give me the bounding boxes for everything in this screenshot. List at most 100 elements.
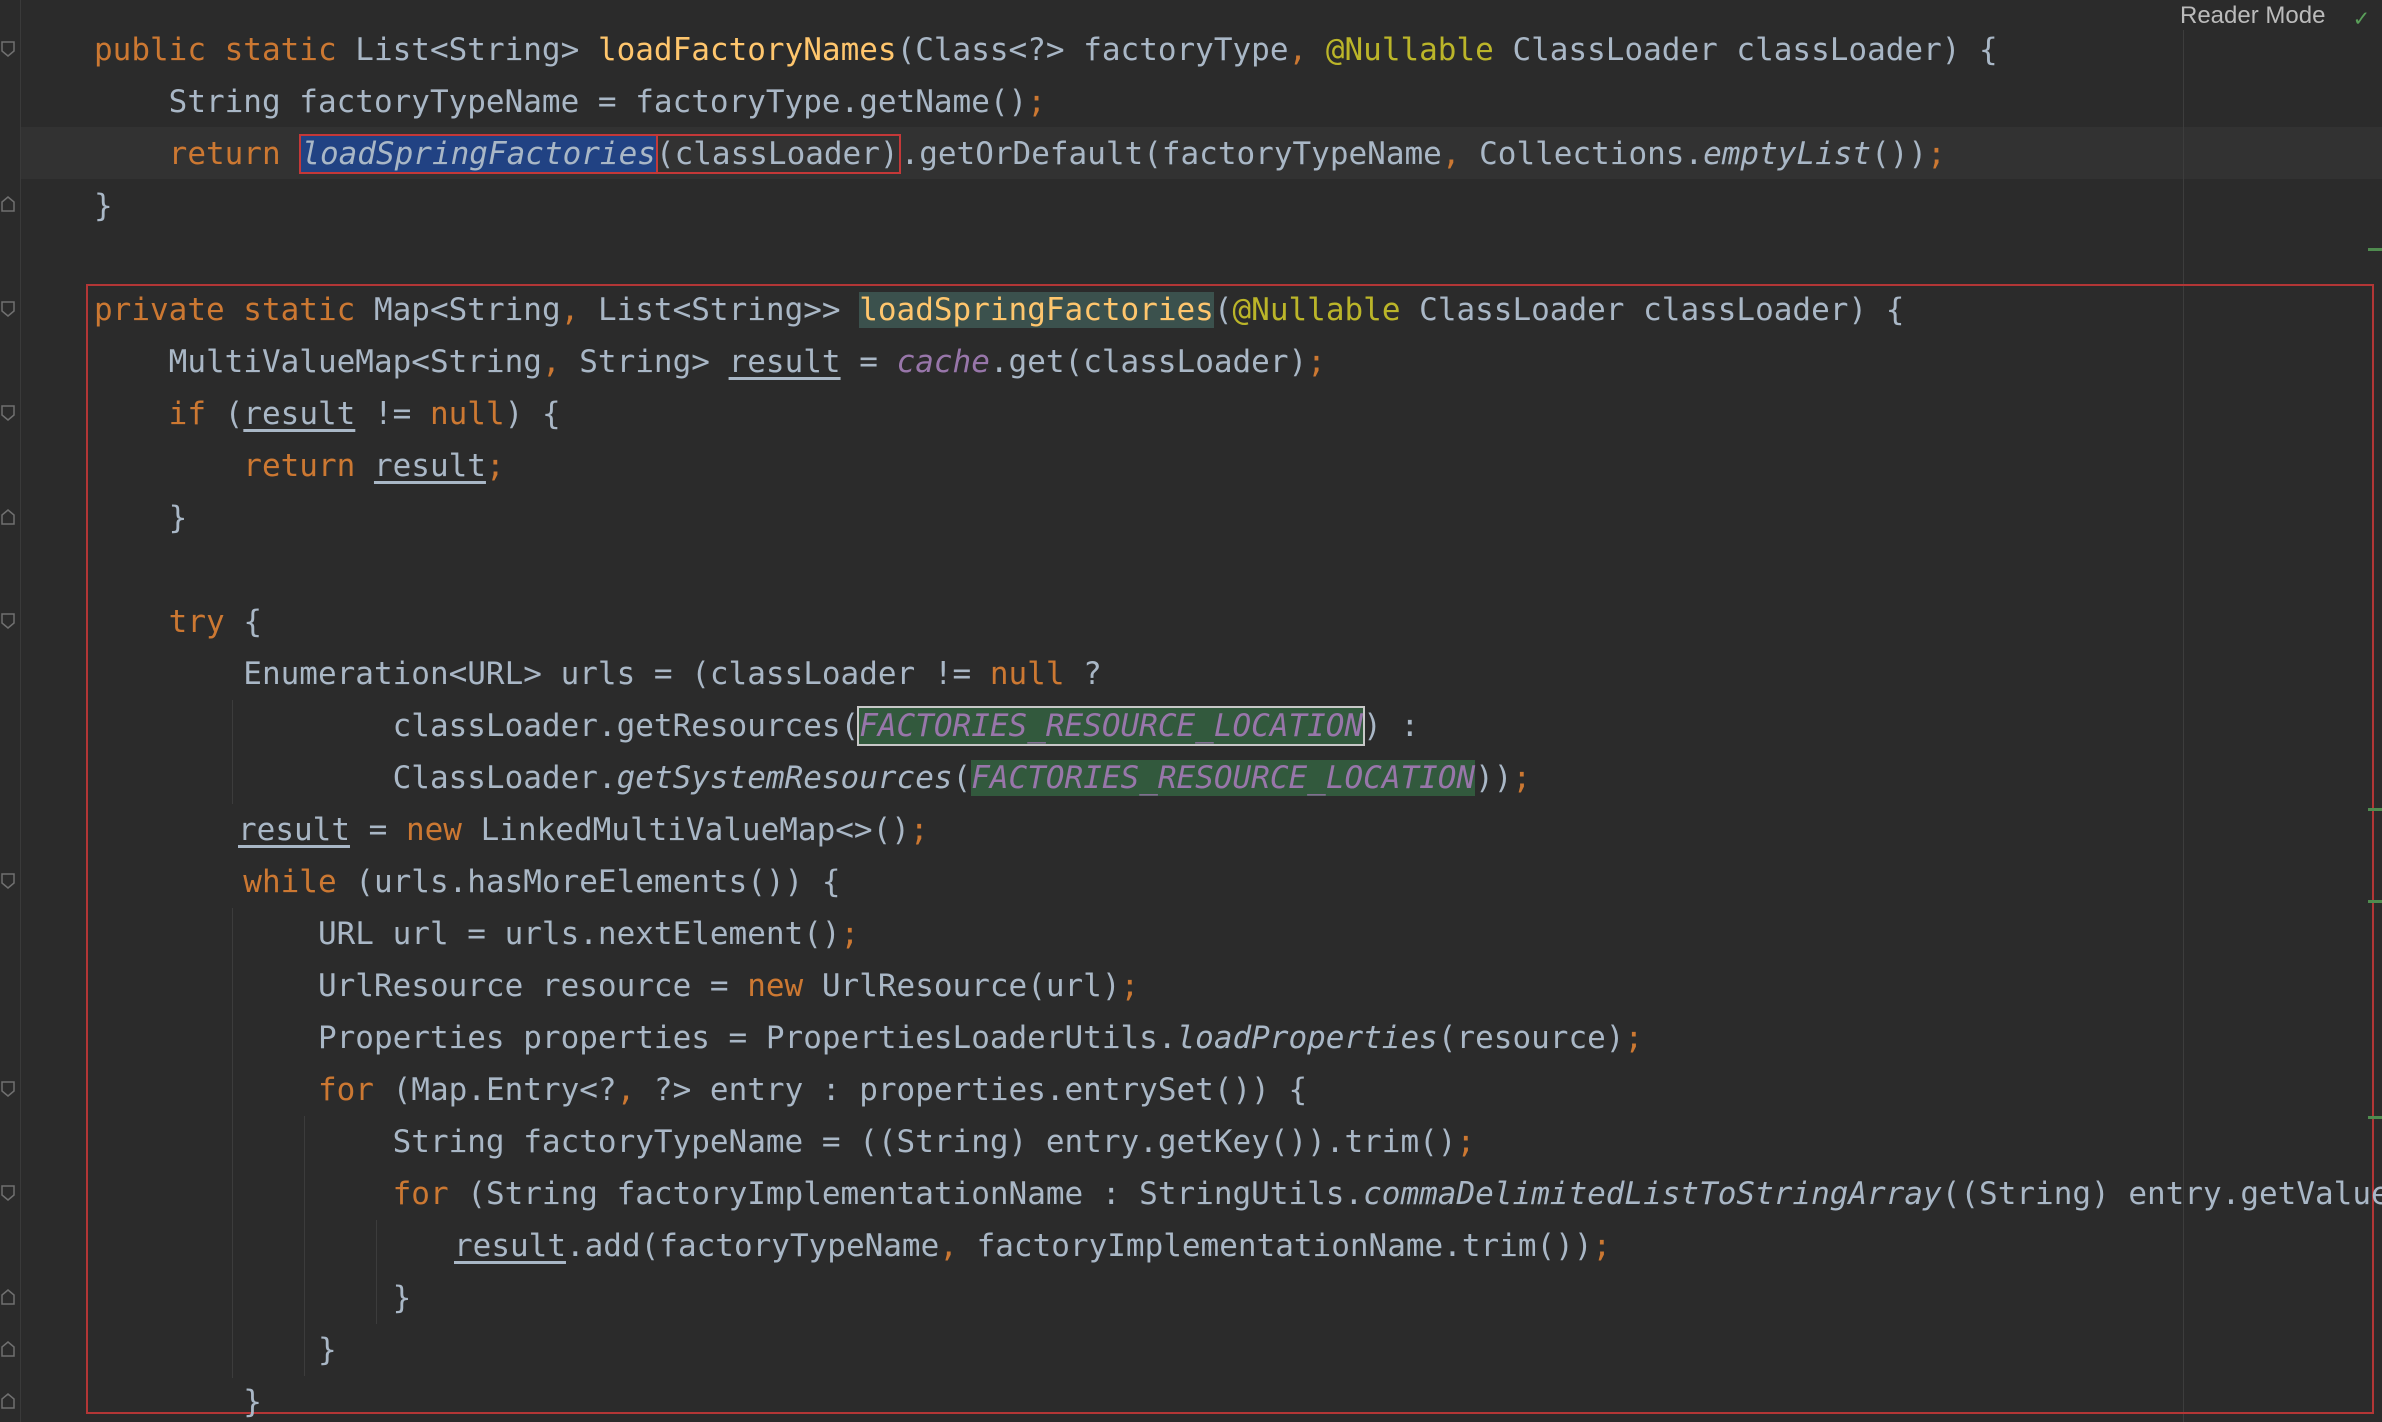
code-line[interactable]: }: [94, 1376, 262, 1422]
code-token: result: [373, 448, 486, 484]
fold-marker-icon[interactable]: [0, 195, 16, 213]
code-token: ClassLoader classLoader) {: [1419, 292, 1905, 328]
code-token: return: [94, 448, 374, 484]
code-token: ;: [1592, 1228, 1612, 1264]
usage-highlight[interactable]: FACTORIES_RESOURCE_LOCATION: [971, 760, 1476, 796]
code-token: ;: [1027, 84, 1046, 120]
code-line[interactable]: Enumeration<URL> urls = (classLoader != …: [94, 648, 1102, 700]
code-token: Properties properties = PropertiesLoader…: [94, 1020, 1177, 1056]
code-token: ;: [1120, 968, 1140, 1004]
code-token: result: [243, 396, 356, 432]
code-token: result: [728, 344, 841, 380]
code-line[interactable]: public static List<String> loadFactoryNa…: [94, 24, 1998, 76]
selected-method-call[interactable]: loadSpringFactories: [299, 134, 658, 174]
code-line[interactable]: String factoryTypeName = ((String) entry…: [94, 1116, 1476, 1168]
code-token: List<String>: [355, 32, 598, 68]
code-token: ,: [1288, 32, 1326, 68]
code-token: (urls.hasMoreElements()) {: [355, 864, 841, 900]
code-line[interactable]: }: [94, 180, 113, 232]
code-token: }: [94, 1332, 337, 1368]
scrollbar-marker[interactable]: [2368, 900, 2382, 903]
code-line[interactable]: URL url = urls.nextElement();: [94, 908, 859, 960]
code-token: !=: [355, 396, 430, 432]
usage-highlight[interactable]: FACTORIES_RESOURCE_LOCATION: [857, 706, 1366, 746]
code-token: =: [840, 344, 897, 380]
code-line[interactable]: private static Map<String, List<String>>…: [94, 284, 1904, 336]
inspection-ok-icon[interactable]: ✓: [2354, 4, 2368, 32]
code-token: (classLoader): [655, 136, 899, 172]
code-token: null: [989, 656, 1065, 692]
code-token: (String factoryImplementationName : Stri…: [467, 1176, 1364, 1212]
code-token: @Nullable: [1232, 292, 1420, 328]
scrollbar-marker[interactable]: [2368, 1116, 2382, 1119]
code-token: ,: [560, 292, 598, 328]
method-name-declaration[interactable]: loadSpringFactories: [859, 292, 1214, 328]
code-token: List<String>>: [597, 292, 860, 328]
code-line[interactable]: result = new LinkedMultiValueMap<>();: [238, 804, 929, 856]
code-token: (: [1213, 292, 1233, 328]
code-token: }: [94, 1280, 412, 1316]
code-line[interactable]: String factoryTypeName = factoryType.get…: [94, 76, 1046, 128]
code-token: UrlResource(url): [821, 968, 1121, 1004]
code-line[interactable]: result.add(factoryTypeName, factoryImple…: [454, 1220, 1611, 1272]
code-token: ) {: [504, 396, 561, 432]
fold-marker-icon[interactable]: [0, 872, 16, 890]
fold-marker-icon[interactable]: [0, 40, 16, 58]
code-line[interactable]: while (urls.hasMoreElements()) {: [94, 856, 841, 908]
code-token: for: [94, 1176, 468, 1212]
code-line[interactable]: for (String factoryImplementationName : …: [94, 1168, 2382, 1220]
scrollbar-marker[interactable]: [2368, 248, 2382, 251]
code-token: UrlResource resource =: [94, 968, 748, 1004]
code-token: }: [94, 188, 113, 224]
reader-mode-button[interactable]: Reader Mode: [2180, 2, 2325, 30]
code-token: Map<String: [373, 292, 561, 328]
highlighted-call[interactable]: loadSpringFactories(classLoader): [299, 134, 901, 174]
editor-gutter[interactable]: [0, 0, 21, 1422]
fold-marker-icon[interactable]: [0, 612, 16, 630]
code-token: .get(classLoader): [989, 344, 1308, 380]
code-token: String factoryTypeName = ((String) entry…: [94, 1124, 1457, 1160]
fold-marker-icon[interactable]: [0, 1288, 16, 1306]
scrollbar-marker[interactable]: [2368, 808, 2382, 811]
code-line[interactable]: MultiValueMap<String, String> result = c…: [94, 336, 1326, 388]
code-token: new: [747, 968, 822, 1004]
code-token: ;: [1624, 1020, 1644, 1056]
code-line[interactable]: ClassLoader.getSystemResources(FACTORIES…: [94, 752, 1531, 804]
code-token: ?> entry : properties.entrySet()) {: [653, 1072, 1308, 1108]
code-token: public static: [94, 32, 356, 68]
fold-marker-icon[interactable]: [0, 508, 16, 526]
code-token: }: [94, 1384, 262, 1420]
code-token: {: [243, 604, 262, 640]
fold-marker-icon[interactable]: [0, 1184, 16, 1202]
code-line[interactable]: classLoader.getResources(FACTORIES_RESOU…: [94, 700, 1419, 752]
fold-marker-icon[interactable]: [0, 1340, 16, 1358]
code-token: ;: [840, 916, 860, 952]
code-token: result: [238, 812, 350, 848]
code-line[interactable]: try {: [94, 596, 262, 648]
code-token: String factoryTypeName = factoryType.get…: [94, 84, 1028, 120]
code-token: ,: [541, 344, 580, 380]
code-line[interactable]: }: [94, 1324, 337, 1376]
code-line[interactable]: Properties properties = PropertiesLoader…: [94, 1012, 1643, 1064]
code-editor[interactable]: Reader Mode ✓ public static List<String>…: [0, 0, 2382, 1422]
code-token: if: [94, 396, 225, 432]
code-line[interactable]: if (result != null) {: [94, 388, 561, 440]
code-line[interactable]: return result;: [94, 440, 504, 492]
fold-marker-icon[interactable]: [0, 1392, 16, 1410]
fold-marker-icon[interactable]: [0, 404, 16, 422]
code-token: LinkedMultiValueMap<>(): [480, 812, 910, 848]
code-token: getSystemResources: [616, 760, 953, 796]
code-line[interactable]: }: [94, 492, 188, 544]
code-token: ) :: [1363, 708, 1420, 744]
code-token: MultiValueMap<String: [94, 344, 542, 380]
code-token: result: [454, 1228, 566, 1264]
fold-marker-icon[interactable]: [0, 1080, 16, 1098]
code-line[interactable]: UrlResource resource = new UrlResource(u…: [94, 960, 1139, 1012]
fold-marker-icon[interactable]: [0, 300, 16, 318]
code-token: }: [94, 500, 188, 536]
code-line[interactable]: }: [94, 1272, 412, 1324]
code-token: ;: [1927, 136, 1946, 172]
code-token: )): [1475, 760, 1513, 796]
code-line[interactable]: for (Map.Entry<?, ?> entry : properties.…: [94, 1064, 1307, 1116]
code-line[interactable]: return loadSpringFactories(classLoader).…: [94, 128, 1946, 180]
